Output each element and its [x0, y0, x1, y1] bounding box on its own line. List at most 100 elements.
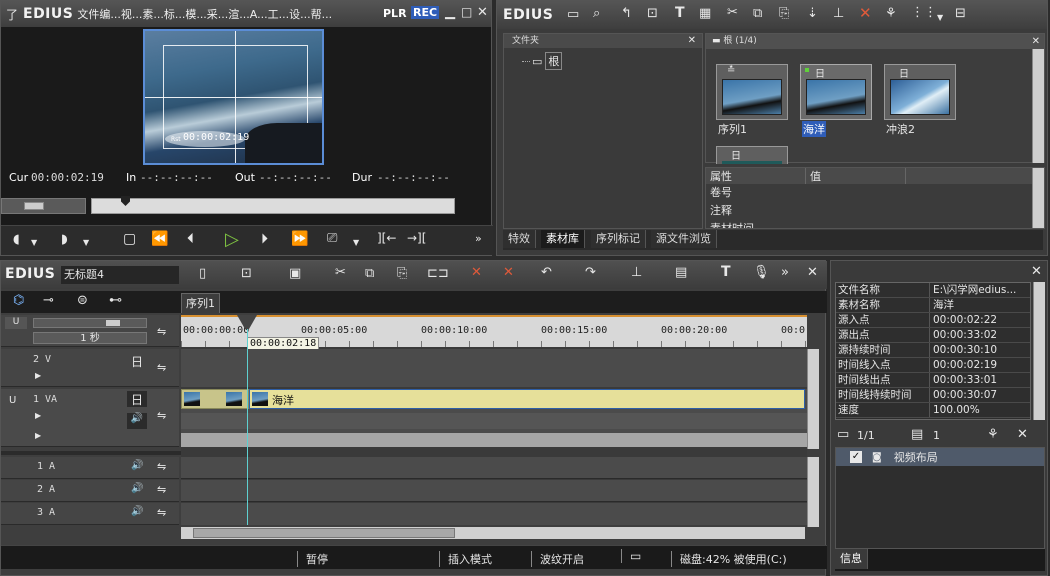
video-mute-icon[interactable]: 日 — [131, 353, 143, 370]
track-lane-1a[interactable] — [181, 457, 807, 479]
sync-lock-icon[interactable]: ⇋ — [157, 483, 166, 496]
group-icon[interactable]: ⊸ — [43, 293, 54, 308]
layout-item[interactable]: ✓ ◙ 视频布局 — [836, 448, 1044, 466]
close-icon[interactable]: ✕ — [688, 34, 696, 48]
main-menu[interactable]: 文件编...视...素...标...模...采...渲...A...工...设.… — [77, 6, 332, 22]
playhead-line[interactable] — [247, 315, 248, 525]
video-mute-icon[interactable]: 日 — [127, 391, 147, 407]
delete-icon[interactable]: ✕ — [1017, 427, 1028, 442]
audio-mute-icon[interactable]: 🔊 — [127, 413, 147, 429]
set-in-icon[interactable]: ◖ — [13, 232, 20, 247]
status-ripple[interactable]: 波纹开启 — [531, 551, 584, 567]
folder-root[interactable]: ▭ 根 — [522, 52, 563, 70]
plr-label[interactable]: PLR — [383, 7, 407, 20]
video-track-scrollbar[interactable] — [807, 349, 819, 449]
copy-icon[interactable]: ⧉ — [753, 6, 762, 21]
new-folder-icon[interactable]: ▭ — [567, 7, 579, 22]
rewind-icon[interactable]: ⏪ — [151, 231, 168, 247]
clips-scrollbar[interactable] — [1032, 49, 1044, 163]
redo-icon[interactable]: ↷ — [585, 265, 596, 280]
clip-ocean[interactable]: 海洋 — [249, 389, 805, 409]
timeline-area[interactable]: 00:00:00:00 00:00:05:00 00:00:10:00 00:0… — [181, 315, 807, 525]
project-name[interactable]: 无标题4 — [61, 266, 179, 284]
dropdown-icon[interactable]: ▼ — [31, 238, 37, 247]
dropdown-icon[interactable]: ▼ — [353, 238, 359, 247]
sync-lock-icon[interactable]: ⇋ — [157, 460, 166, 473]
audio-mute-icon[interactable]: 🔊 — [131, 460, 143, 471]
loop-icon[interactable]: ⎚ — [327, 231, 337, 246]
paste-icon[interactable]: ⎘ — [779, 6, 789, 21]
paste-icon[interactable]: ⎘ — [397, 266, 407, 281]
close-icon[interactable]: ✕ — [1032, 34, 1040, 49]
expand-icon[interactable]: ▶ — [35, 431, 41, 440]
undo-icon[interactable]: ↶ — [541, 265, 552, 280]
audio-mute-icon[interactable]: 🔊 — [131, 506, 143, 517]
clip-item-selected[interactable]: 日 — [800, 64, 872, 120]
save-icon[interactable]: ▣ — [289, 266, 301, 281]
audio-mute-icon[interactable]: 🔊 — [131, 483, 143, 494]
bin-icon[interactable]: ⊟ — [955, 6, 966, 21]
tab-source-browser[interactable]: 源文件浏览 — [651, 230, 717, 248]
track-patch-icon[interactable]: ⌬ — [13, 293, 24, 308]
sync-lock-icon[interactable]: ⇋ — [157, 325, 166, 338]
copy-icon[interactable]: ⧉ — [365, 266, 374, 281]
set-out-icon[interactable]: ◗ — [61, 232, 68, 247]
display-icon[interactable]: ▭ — [621, 549, 641, 563]
title-icon[interactable]: T — [675, 5, 685, 21]
microphone-icon[interactable]: 🎙 — [753, 265, 770, 280]
overwrite-to-timeline-icon[interactable]: →][ — [407, 231, 426, 245]
insert-to-timeline-icon[interactable]: ][← — [377, 231, 396, 245]
view-mode-icon[interactable]: ⋮⋮ — [911, 5, 937, 20]
clip-item[interactable]: 日 — [716, 146, 788, 164]
track-patch-icon[interactable]: U — [9, 395, 16, 406]
dropdown-icon[interactable]: ▼ — [83, 238, 89, 247]
delete-icon[interactable]: ✕ — [859, 4, 872, 22]
app-menu-icon[interactable]: 了 — [5, 6, 19, 23]
clip-item[interactable]: 日 — [884, 64, 956, 120]
tab-info[interactable]: 信息 — [835, 549, 868, 569]
track-lane-2a[interactable] — [181, 480, 807, 502]
more-icon[interactable]: » — [475, 232, 482, 245]
clip-before[interactable] — [181, 389, 249, 409]
sync-lock-icon[interactable]: ⇋ — [157, 361, 166, 374]
track-lane-3a[interactable] — [181, 503, 807, 525]
search-icon[interactable]: ⌕ — [593, 6, 600, 21]
close-icon[interactable]: ✕ — [477, 5, 488, 20]
audio-track-scrollbar[interactable] — [807, 457, 819, 527]
tab-bin[interactable]: 素材库 — [541, 230, 585, 248]
stop-icon[interactable]: ▢ — [123, 231, 136, 247]
send-to-player-icon[interactable]: ⊥ — [833, 6, 844, 21]
expand-icon[interactable]: ▶ — [35, 371, 41, 380]
add-to-timeline-icon[interactable]: ⇣ — [807, 6, 818, 21]
close-icon[interactable]: ✕ — [807, 265, 818, 280]
add-clip-icon[interactable]: ⊡ — [647, 6, 658, 21]
up-folder-icon[interactable]: ↰ — [621, 6, 632, 21]
color-bar-icon[interactable]: ▦ — [699, 6, 711, 21]
checkbox-icon[interactable]: ✓ — [850, 451, 862, 463]
status-insert-mode[interactable]: 插入模式 — [439, 551, 492, 567]
maximize-icon[interactable]: □ — [461, 5, 472, 19]
properties-icon[interactable]: ⚘ — [987, 427, 999, 442]
step-back-icon[interactable]: ⏴ — [187, 231, 194, 247]
properties-scrollbar[interactable] — [1032, 168, 1044, 228]
fast-forward-icon[interactable]: ⏩ — [291, 231, 308, 247]
video-preview[interactable]: Rst 00:00:02:19 — [143, 29, 324, 165]
play-icon[interactable]: ▷ — [225, 229, 239, 250]
close-icon[interactable]: ✕ — [1031, 264, 1042, 279]
rec-label[interactable]: REC — [411, 6, 440, 19]
cut-icon[interactable]: ✂ — [727, 5, 738, 20]
title-icon[interactable]: T — [721, 264, 731, 280]
delete-clip-icon[interactable]: ✕ — [471, 265, 482, 280]
replace-icon[interactable]: ⊏⊐ — [427, 266, 449, 281]
sync-lock-icon[interactable]: ⇋ — [157, 409, 166, 422]
layout-count-icon[interactable]: ▤ — [911, 427, 923, 442]
info-scrollbar[interactable] — [1033, 282, 1045, 420]
new-sequence-icon[interactable]: ▯ — [199, 266, 206, 281]
step-forward-icon[interactable]: ⏵ — [261, 231, 268, 247]
link-icon[interactable]: ⊷ — [109, 293, 122, 308]
render-icon[interactable]: ▤ — [675, 265, 687, 280]
track-lane-1va[interactable]: 海洋 — [181, 389, 807, 447]
scrub-bar[interactable] — [91, 196, 455, 214]
tab-sequence-markers[interactable]: 序列标记 — [591, 230, 646, 248]
tab-effects[interactable]: 特效 — [503, 230, 536, 248]
